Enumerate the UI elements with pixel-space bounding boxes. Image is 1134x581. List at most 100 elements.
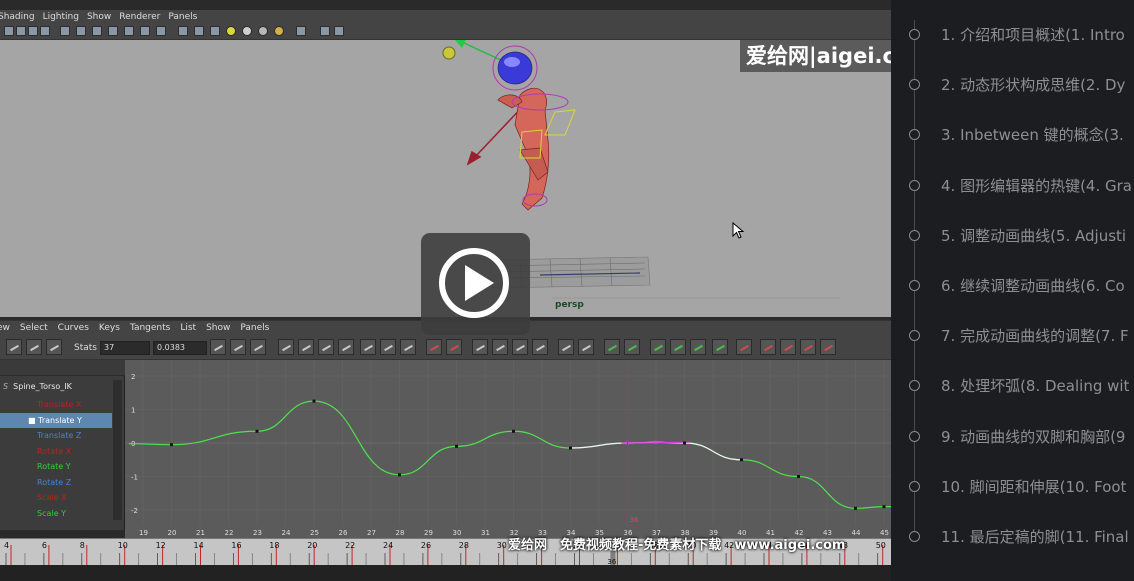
keyframe[interactable]	[512, 429, 515, 433]
playlist-item[interactable]: 8. 处理坏弧(8. Dealing wit	[891, 356, 1134, 396]
graph-tool-icon[interactable]	[558, 339, 574, 355]
graph-tool-icon[interactable]	[650, 339, 666, 355]
playlist-item[interactable]: 10. 脚间距和伸展(10. Foot	[891, 457, 1134, 497]
playlist-item[interactable]: 11. 最后定稿的脚(11. Final	[891, 507, 1134, 547]
viewport-tool-icon[interactable]	[76, 26, 86, 36]
viewport-tool-icon[interactable]	[108, 26, 118, 36]
graph-tool-icon[interactable]	[230, 339, 246, 355]
keyframe[interactable]	[569, 446, 572, 450]
viewport-tool-icon[interactable]	[124, 26, 134, 36]
graph-tool-icon[interactable]	[820, 339, 836, 355]
viewport-tool-icon[interactable]	[334, 26, 344, 36]
viewport-tool-icon[interactable]	[28, 26, 38, 36]
keyframe[interactable]	[683, 441, 686, 445]
playlist-item-title: 11. 最后定稿的脚(11. Final	[941, 528, 1129, 546]
channel-item[interactable]: Rotate X	[0, 444, 112, 459]
keyframe[interactable]	[255, 429, 259, 433]
menu-panels: Panels	[240, 323, 270, 333]
graph-tool-icon[interactable]	[298, 339, 314, 355]
graph-tool-icon[interactable]	[780, 339, 796, 355]
keyframe[interactable]	[312, 399, 316, 403]
keyframe[interactable]	[882, 505, 886, 509]
graph-tool-icon[interactable]	[6, 339, 22, 355]
play-button[interactable]	[421, 233, 530, 335]
viewport-tool-icon[interactable]	[258, 26, 268, 36]
graph-tool-icon[interactable]	[760, 339, 776, 355]
viewport-tool-icon[interactable]	[140, 26, 150, 36]
graph-tool-icon[interactable]	[712, 339, 728, 355]
channel-item[interactable]: Translate X	[0, 397, 112, 412]
graph-tool-icon[interactable]	[670, 339, 686, 355]
graph-tool-icon[interactable]	[690, 339, 706, 355]
graph-tool-icon[interactable]	[800, 339, 816, 355]
playlist-item-title: 10. 脚间距和伸展(10. Foot	[941, 477, 1127, 496]
channel-item[interactable]: Translate Z	[0, 428, 112, 443]
viewport-tool-icon[interactable]	[226, 26, 236, 36]
channel-item[interactable]: Rotate Y	[0, 459, 112, 474]
playlist-item[interactable]: 1. 介绍和项目概述(1. Intro	[891, 5, 1134, 45]
playlist-item[interactable]: 7. 完成动画曲线的调整(7. F	[891, 306, 1134, 346]
graph-tool-icon[interactable]	[512, 339, 528, 355]
channel-item[interactable]: ■ Translate Y	[0, 412, 112, 428]
playlist-item[interactable]: 5. 调整动画曲线(5. Adjusti	[891, 206, 1134, 246]
timeline-tick-label: 6	[42, 541, 47, 550]
graph-tool-icon[interactable]	[532, 339, 548, 355]
viewport-tool-icon[interactable]	[16, 26, 26, 36]
animation-curve-graph: 210-1-219 20 21 22 23 24 25 26 27 28 29 30 31 32 33 34 3…	[125, 360, 891, 538]
keyframe[interactable]	[854, 506, 857, 510]
viewport-tool-icon[interactable]	[194, 26, 204, 36]
menu-show: Show	[86, 11, 112, 22]
keyframe[interactable]	[170, 443, 173, 447]
playlist-dot-icon	[909, 380, 920, 392]
graph-tool-icon[interactable]	[492, 339, 508, 355]
channel-item[interactable]: Scale Y	[0, 506, 112, 521]
viewport-tool-icon[interactable]	[320, 26, 330, 36]
graph-tool-icon[interactable]	[446, 339, 462, 355]
viewport-tool-icon[interactable]	[4, 26, 14, 36]
graph-tool-icon[interactable]	[578, 339, 594, 355]
viewport-tool-icon[interactable]	[296, 26, 306, 36]
video-player[interactable]: Shading Lighting Show Renderer Panels pe…	[0, 0, 891, 581]
playlist-item[interactable]: 6. 继续调整动画曲线(6. Co	[891, 256, 1134, 296]
keyframe[interactable]	[398, 473, 401, 477]
viewport-tool-icon[interactable]	[60, 26, 70, 36]
y-tick-label: 2	[131, 373, 135, 381]
viewport-tool-icon[interactable]	[156, 26, 166, 36]
channel-item[interactable]: Scale X	[0, 490, 112, 505]
keyframe[interactable]	[654, 440, 658, 444]
viewport-tool-icon[interactable]	[40, 26, 50, 36]
viewport-tool-icon[interactable]	[210, 26, 220, 36]
graph-tool-icon[interactable]	[26, 339, 42, 355]
viewport-tool-icon[interactable]	[242, 26, 252, 36]
graph-tool-icon[interactable]	[400, 339, 416, 355]
graph-tool-icon[interactable]	[338, 339, 354, 355]
graph-tool-icon[interactable]	[360, 339, 376, 355]
playlist-item[interactable]: 3. Inbetween 键的概念(3.	[891, 105, 1134, 145]
keyframe[interactable]	[455, 444, 458, 448]
graph-tool-icon[interactable]	[426, 339, 442, 355]
graph-tool-icon[interactable]	[250, 339, 266, 355]
graph-tool-icon[interactable]	[604, 339, 620, 355]
keyframe[interactable]	[740, 458, 743, 462]
graph-tool-icon[interactable]	[736, 339, 752, 355]
graph-tool-icon[interactable]	[380, 339, 396, 355]
graph-tool-icon[interactable]	[46, 339, 62, 355]
playlist-dot-icon	[909, 29, 920, 40]
graph-tool-icon[interactable]	[624, 339, 640, 355]
viewport-tool-icon[interactable]	[178, 26, 188, 36]
timeline-tick-label: 28	[459, 541, 469, 550]
playlist-dot-icon	[909, 430, 920, 442]
viewport-tool-icon[interactable]	[92, 26, 102, 36]
playlist-item[interactable]: 4. 图形编辑器的热键(4. Gra	[891, 156, 1134, 196]
playlist-item[interactable]: 2. 动态形状构成思维(2. Dy	[891, 55, 1134, 95]
graph-tool-icon[interactable]	[278, 339, 294, 355]
keyframe[interactable]	[797, 475, 800, 478]
animation-curve[interactable]	[128, 400, 891, 509]
graph-tool-icon[interactable]	[472, 339, 488, 355]
timeline-tick-label: 8	[80, 541, 85, 550]
playlist-item[interactable]: 9. 动画曲线的双脚和胸部(9	[891, 407, 1134, 447]
graph-tool-icon[interactable]	[318, 339, 334, 355]
graph-tool-icon[interactable]	[210, 339, 226, 355]
viewport-tool-icon[interactable]	[274, 26, 284, 36]
channel-item[interactable]: Rotate Z	[0, 475, 112, 490]
